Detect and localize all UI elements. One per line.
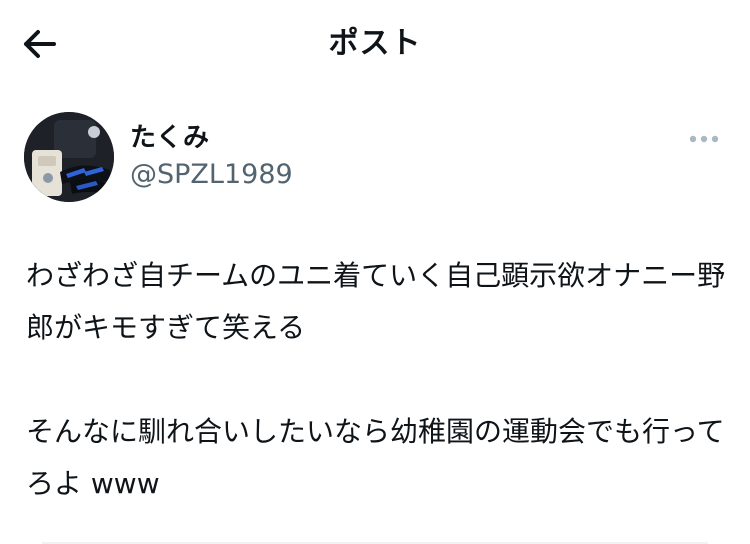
more-horizontal-icon [689,135,719,143]
profile-photo [24,112,114,202]
author-display-name[interactable]: たくみ [130,122,209,154]
tweet-text: わざわざ自チームのユニ着ていく自己顕示欲オナニー野郎がキモすぎて笑える そんなに… [26,259,726,500]
page-title: ポスト [328,26,422,61]
tweet-author: たくみ @SPZL1989 [24,112,726,204]
top-bar: ポスト [0,0,750,88]
avatar[interactable] [24,112,114,202]
author-handle[interactable]: @SPZL1989 [130,158,293,192]
more-options-button[interactable] [684,124,724,154]
